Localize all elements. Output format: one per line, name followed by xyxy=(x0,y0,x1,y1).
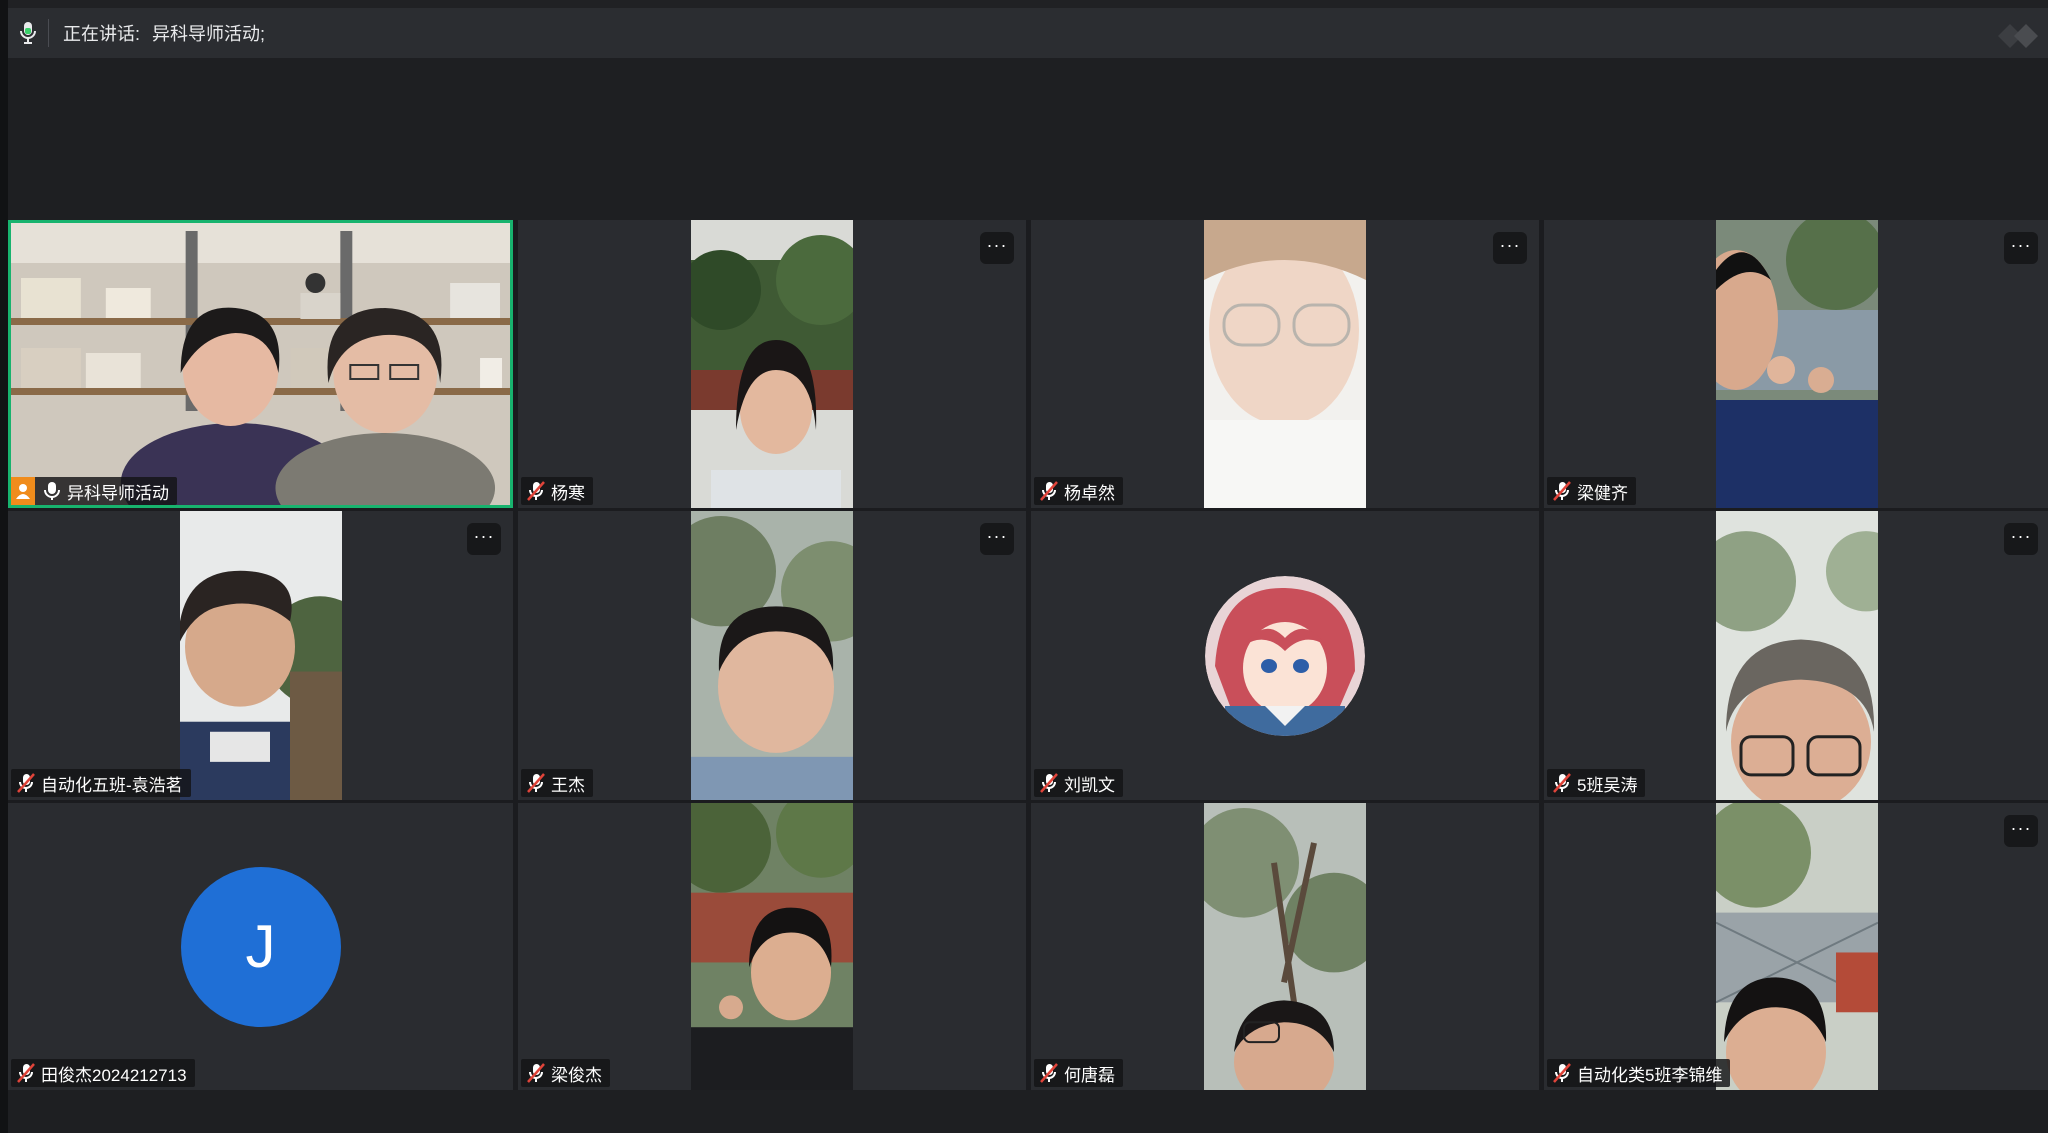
video-feed xyxy=(1716,511,1878,800)
participant-tile[interactable]: J 田俊杰2024212713 xyxy=(8,803,513,1090)
participant-name: 何唐磊 xyxy=(1064,1065,1115,1085)
participant-name-tag: 杨卓然 xyxy=(1034,477,1123,505)
more-options-icon[interactable]: ··· xyxy=(980,523,1014,555)
participant-name: 杨寒 xyxy=(551,483,585,503)
participant-name-tag: 何唐磊 xyxy=(1034,1059,1123,1087)
participant-name-tag: 田俊杰2024212713 xyxy=(11,1059,195,1087)
video-feed xyxy=(1716,220,1878,508)
brand-logo-icon xyxy=(1994,16,2042,50)
speaking-name: 异科导师活动; xyxy=(152,24,266,44)
participant-tile[interactable]: ··· 杨寒 xyxy=(518,220,1026,508)
speaking-label: 正在讲话: xyxy=(63,24,141,44)
mic-muted-icon xyxy=(525,480,547,502)
participant-tile[interactable]: ··· 自动化五班-袁浩茗 xyxy=(8,511,513,800)
participant-name-tag: 异科导师活动 xyxy=(11,477,177,505)
more-options-icon[interactable]: ··· xyxy=(2004,232,2038,264)
more-options-icon[interactable]: ··· xyxy=(2004,523,2038,555)
participant-name: 自动化五班-袁浩茗 xyxy=(41,775,183,795)
participant-tile[interactable]: 梁俊杰 xyxy=(518,803,1026,1090)
mic-muted-icon xyxy=(1038,480,1060,502)
mic-muted-icon xyxy=(1038,1062,1060,1084)
more-options-icon[interactable]: ··· xyxy=(2004,815,2038,847)
window-edge xyxy=(0,0,8,1133)
divider xyxy=(48,19,49,47)
participant-tile[interactable]: 何唐磊 xyxy=(1031,803,1539,1090)
meeting-window: 正在讲话: 异科导师活动; 异科导师活动 ··· 杨寒 ··· 杨卓然 ··· … xyxy=(0,0,2048,1133)
participant-name-tag: 刘凯文 xyxy=(1034,769,1123,797)
more-options-icon[interactable]: ··· xyxy=(980,232,1014,264)
video-feed xyxy=(691,220,853,508)
participant-tile[interactable]: ··· 杨卓然 xyxy=(1031,220,1539,508)
avatar: J xyxy=(180,866,341,1027)
video-feed xyxy=(11,223,510,505)
participant-tile-active-speaker[interactable]: 异科导师活动 xyxy=(8,220,513,508)
participant-name: 杨卓然 xyxy=(1064,483,1115,503)
participant-name: 刘凯文 xyxy=(1064,775,1115,795)
video-grid: 异科导师活动 ··· 杨寒 ··· 杨卓然 ··· 梁健齐 ··· 自动化五班-… xyxy=(8,220,2048,1090)
participant-name: 5班吴涛 xyxy=(1577,775,1638,795)
participant-name-tag: 杨寒 xyxy=(521,477,593,505)
participant-name: 自动化类5班李锦维 xyxy=(1577,1065,1723,1085)
mic-muted-icon xyxy=(1551,480,1573,502)
participant-name-tag: 梁俊杰 xyxy=(521,1059,610,1087)
bottom-area xyxy=(8,1090,2048,1133)
mic-muted-icon xyxy=(1551,772,1573,794)
participant-name: 异科导师活动 xyxy=(67,483,169,503)
microphone-icon xyxy=(8,8,48,58)
more-options-icon[interactable]: ··· xyxy=(467,523,501,555)
video-feed xyxy=(691,511,853,800)
video-feed xyxy=(691,803,853,1090)
participant-tile[interactable]: 刘凯文 xyxy=(1031,511,1539,800)
participant-tile[interactable]: ··· 自动化类5班李锦维 xyxy=(1544,803,2048,1090)
participant-name-tag: 5班吴涛 xyxy=(1547,769,1646,797)
mic-muted-icon xyxy=(15,1062,37,1084)
empty-stage-area xyxy=(8,58,2048,220)
mic-muted-icon xyxy=(15,772,37,794)
participant-name-tag: 自动化五班-袁浩茗 xyxy=(11,769,191,797)
mic-muted-icon xyxy=(1038,772,1060,794)
host-person-icon xyxy=(11,477,35,505)
microphone-icon xyxy=(41,480,63,502)
participant-name: 梁俊杰 xyxy=(551,1065,602,1085)
speaking-indicator-bar: 正在讲话: 异科导师活动; xyxy=(8,8,2048,58)
avatar xyxy=(1205,575,1365,736)
participant-name: 田俊杰2024212713 xyxy=(41,1065,187,1085)
participant-tile[interactable]: ··· 5班吴涛 xyxy=(1544,511,2048,800)
video-feed xyxy=(179,511,342,800)
participant-name-tag: 王杰 xyxy=(521,769,593,797)
video-feed xyxy=(1204,220,1366,508)
participant-name-tag: 梁健齐 xyxy=(1547,477,1636,505)
mic-muted-icon xyxy=(1551,1062,1573,1084)
participant-tile[interactable]: ··· 梁健齐 xyxy=(1544,220,2048,508)
participant-name: 王杰 xyxy=(551,775,585,795)
more-options-icon[interactable]: ··· xyxy=(1493,232,1527,264)
participant-name: 梁健齐 xyxy=(1577,483,1628,503)
video-feed xyxy=(1716,803,1878,1090)
video-feed xyxy=(1204,803,1366,1090)
mic-muted-icon xyxy=(525,772,547,794)
participant-name-tag: 自动化类5班李锦维 xyxy=(1547,1059,1731,1087)
participant-tile[interactable]: ··· 王杰 xyxy=(518,511,1026,800)
mic-muted-icon xyxy=(525,1062,547,1084)
